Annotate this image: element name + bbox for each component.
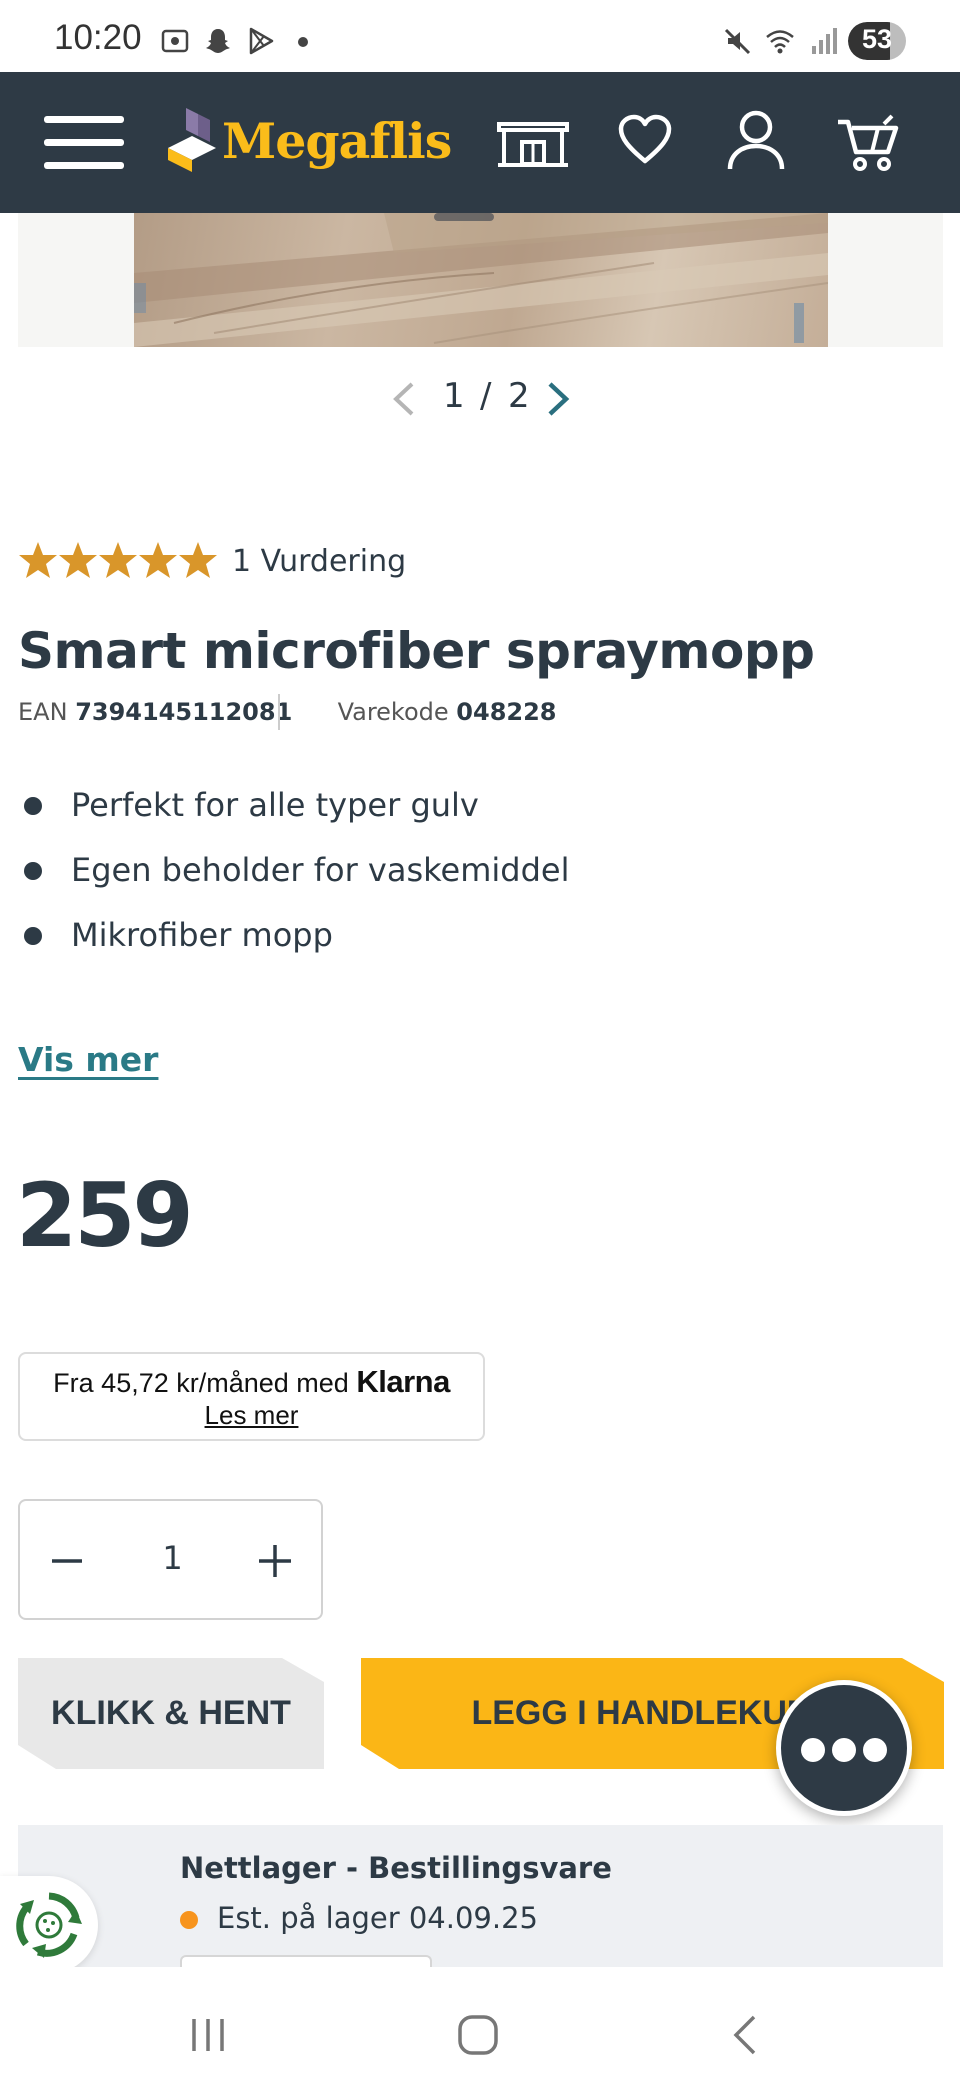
rating-count[interactable]: 1 Vurdering bbox=[232, 544, 406, 579]
star-icon bbox=[59, 542, 97, 578]
pager-current: 1 bbox=[443, 376, 465, 416]
recent-apps-icon[interactable] bbox=[188, 2015, 228, 2055]
klarna-read-more-link[interactable]: Les mer bbox=[20, 1400, 483, 1431]
klarna-logo: Klarna bbox=[356, 1364, 450, 1399]
feature-text: Perfekt for alle typer gulv bbox=[71, 786, 479, 824]
star-icon bbox=[99, 542, 137, 578]
megaflis-logo-icon bbox=[168, 108, 216, 172]
back-icon[interactable] bbox=[730, 2013, 760, 2057]
quantity-value[interactable]: 1 bbox=[100, 1539, 245, 1577]
bullet-icon bbox=[24, 862, 42, 880]
favorites-icon[interactable] bbox=[618, 114, 672, 166]
dot-icon bbox=[832, 1738, 856, 1762]
varekode-value: 048228 bbox=[456, 698, 557, 726]
account-icon[interactable] bbox=[726, 110, 786, 172]
product-image[interactable] bbox=[134, 213, 828, 347]
rating-stars[interactable] bbox=[18, 540, 218, 580]
stock-status-icon bbox=[180, 1911, 198, 1929]
status-time: 10:20 bbox=[54, 18, 142, 57]
stock-status: Est. på lager 04.09.25 bbox=[217, 1901, 538, 1935]
klarna-text-line: Fra 45,72 kr/måned med Klarna bbox=[20, 1364, 483, 1400]
play-store-icon bbox=[249, 27, 274, 55]
product-codes: EAN 7394145112081 Varekode 048228 bbox=[18, 698, 557, 726]
bullet-icon bbox=[24, 927, 42, 945]
more-options-button[interactable] bbox=[776, 1680, 912, 1816]
ean-value: 7394145112081 bbox=[75, 698, 293, 726]
click-and-collect-button[interactable]: KLIKK & HENT bbox=[18, 1658, 324, 1769]
recycle-icon bbox=[16, 1892, 82, 1958]
chevron-left-icon[interactable] bbox=[390, 380, 418, 418]
battery-percent: 53 bbox=[861, 24, 893, 54]
star-icon bbox=[139, 542, 177, 578]
klarna-banner: Fra 45,72 kr/måned med Klarna Les mer bbox=[18, 1352, 485, 1441]
show-more-link[interactable]: Vis mer bbox=[18, 1040, 158, 1079]
klarna-text: Fra 45,72 kr/måned med bbox=[53, 1368, 349, 1398]
quantity-stepper: 1 bbox=[18, 1499, 323, 1620]
stock-title: Nettlager - Bestillingsvare bbox=[180, 1851, 612, 1885]
star-icon bbox=[179, 542, 217, 578]
battery-icon: 53 bbox=[848, 22, 906, 60]
brand-name: Megaflis bbox=[222, 112, 452, 170]
gallery-pager: 1 / 2 bbox=[390, 376, 580, 426]
feature-text: Mikrofiber mopp bbox=[71, 916, 333, 954]
dot-icon bbox=[298, 37, 308, 47]
cart-icon[interactable] bbox=[836, 112, 900, 172]
product-price: 259 bbox=[16, 1164, 194, 1267]
stock-panel: Nettlager - Bestillingsvare Est. på lage… bbox=[18, 1825, 943, 1975]
feature-item: Egen beholder for vaskemiddel bbox=[22, 847, 922, 897]
status-bar: 10:20 53 bbox=[0, 0, 960, 72]
feature-item: Perfekt for alle typer gulv bbox=[22, 782, 922, 832]
dot-icon bbox=[801, 1738, 825, 1762]
menu-icon[interactable] bbox=[44, 112, 124, 174]
plus-icon[interactable] bbox=[245, 1531, 305, 1591]
feature-text: Egen beholder for vaskemiddel bbox=[71, 851, 570, 889]
brand-logo[interactable]: Megaflis bbox=[166, 106, 452, 182]
pager-separator: / bbox=[480, 376, 492, 416]
store-icon[interactable] bbox=[496, 118, 570, 168]
screenshot-icon bbox=[161, 29, 189, 53]
ean-label: EAN bbox=[18, 698, 68, 726]
wifi-icon bbox=[766, 30, 794, 54]
home-icon[interactable] bbox=[456, 2013, 500, 2057]
site-header: Megaflis bbox=[0, 72, 960, 213]
signal-icon bbox=[812, 28, 837, 54]
click-and-collect-label: KLIKK & HENT bbox=[51, 1694, 291, 1732]
bullet-icon bbox=[24, 797, 42, 815]
eco-badge[interactable] bbox=[0, 1876, 98, 1974]
feature-item: Mikrofiber mopp bbox=[22, 912, 922, 962]
star-icon bbox=[19, 542, 57, 578]
varekode-label: Varekode bbox=[337, 698, 449, 726]
product-title: Smart microfiber spraymopp bbox=[18, 622, 815, 680]
mute-icon bbox=[724, 28, 751, 55]
snapchat-icon bbox=[206, 29, 230, 53]
minus-icon[interactable] bbox=[40, 1531, 100, 1591]
system-nav-bar bbox=[0, 1967, 960, 2080]
dot-icon bbox=[863, 1738, 887, 1762]
pager-total: 2 bbox=[508, 376, 530, 416]
chevron-right-icon[interactable] bbox=[544, 380, 572, 418]
codes-divider bbox=[278, 694, 280, 730]
